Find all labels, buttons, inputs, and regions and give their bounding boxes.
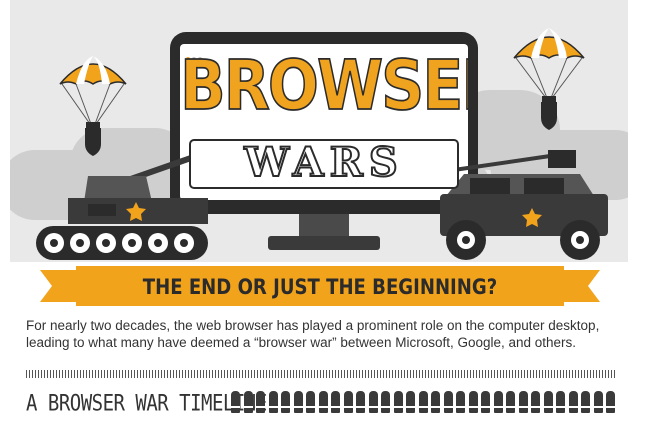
bullet-icon [406,391,415,413]
bullet-icon [331,391,340,413]
bullet-icon [593,391,603,413]
bullet-row [231,391,619,415]
bullet-icon [506,391,515,413]
parachute-bomb-icon [59,56,127,156]
banner-title: THE END OR JUST THE BEGINNING? [142,275,498,299]
subtitle-banner: THE END OR JUST THE BEGINNING? [40,266,600,306]
bullet-icon [493,391,503,413]
bullet-icon [556,391,565,413]
bullet-icon [231,391,240,413]
bullet-icon [443,391,453,413]
bullet-icon [318,391,328,413]
intro-paragraph: For nearly two decades, the web browser … [26,318,600,350]
bullet-icon [393,391,403,413]
monitor-neck [299,214,349,238]
infographic-poster: BROWSER [10,0,628,426]
bullet-icon [606,391,615,413]
bullet-icon [481,391,490,413]
bullet-icon [543,391,553,413]
bullet-icon [256,391,265,413]
bullet-icon [468,391,478,413]
bullet-icon [293,391,303,413]
bullet-icon [343,391,353,413]
bullet-icon [281,391,290,413]
bullet-icon [356,391,365,413]
parachute-bomb-icon [513,28,585,130]
bullet-icon [243,391,253,413]
bullet-icon [306,391,315,413]
hero-title-line1: BROWSER [180,45,468,127]
bullet-icon [418,391,428,413]
bullet-icon [368,391,378,413]
bullet-icon [456,391,465,413]
page: BROWSER [0,0,647,426]
bullet-icon [531,391,540,413]
bullet-icon [431,391,440,413]
bullet-icon [518,391,528,413]
monitor-foot [268,236,380,250]
bullet-icon [581,391,590,413]
bullet-icon [268,391,278,413]
bullet-icon [568,391,578,413]
hatched-divider [26,370,616,378]
bullet-icon [381,391,390,413]
hero-title-line2: WARS [243,139,404,186]
